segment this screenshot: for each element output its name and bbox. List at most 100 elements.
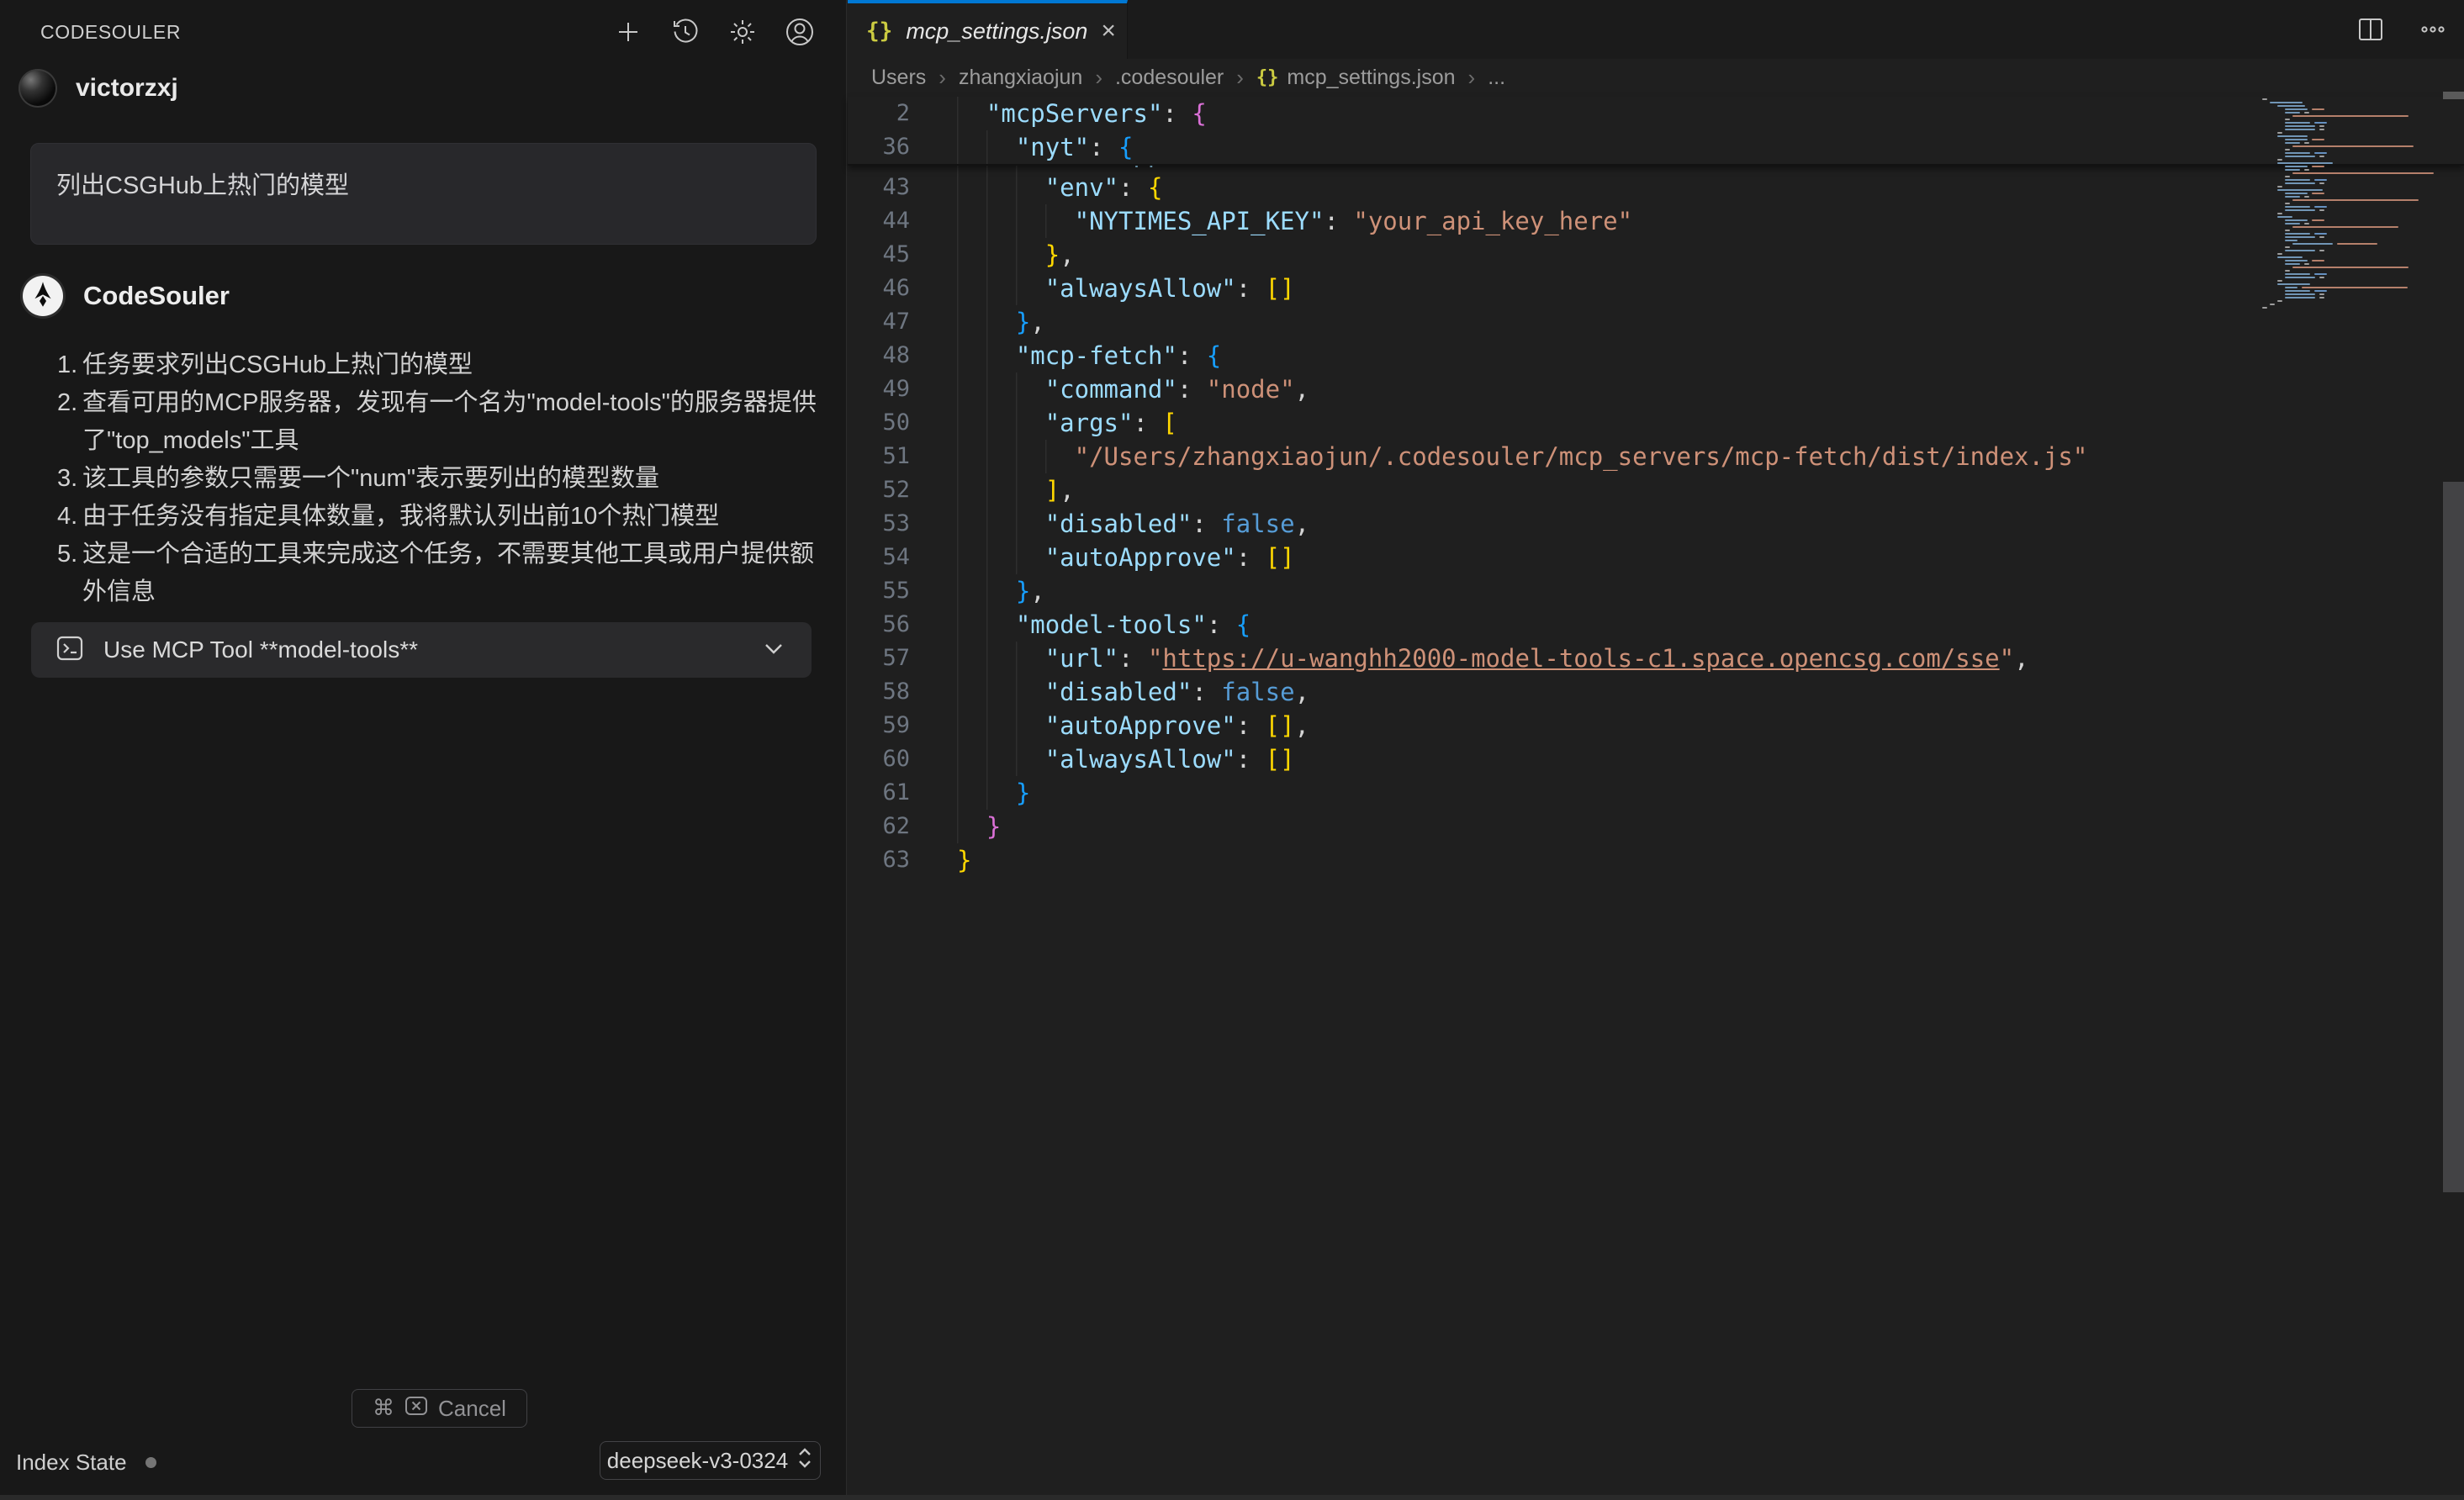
code-line[interactable]: 48"mcp-fetch": { [848, 339, 1221, 372]
chat-sidebar: CODESOULER victorzxj 列出CSGHub上热门的模型 [0, 0, 847, 1500]
chevron-right-icon: › [939, 65, 946, 91]
user-row: victorzxj [19, 69, 178, 108]
breadcrumb-item[interactable]: Users [871, 66, 926, 90]
chevron-right-icon: › [1095, 65, 1102, 91]
code-editor[interactable]: 42"autoApprove": [],43"env": {44"NYTIMES… [848, 97, 2464, 1500]
line-number: 57 [848, 642, 910, 675]
code-line[interactable]: 60"alwaysAllow": [] [848, 742, 1295, 776]
line-number: 52 [848, 473, 910, 507]
tab-filename: mcp_settings.json [906, 18, 1087, 45]
scrollbar-shadow [2443, 92, 2464, 99]
new-chat-icon[interactable] [612, 16, 644, 48]
code-line[interactable]: 56 "model-tools": { [848, 608, 1251, 642]
code-text: "disabled": false, [957, 675, 1309, 709]
tab-mcp-settings[interactable]: {} mcp_settings.json × [848, 0, 1128, 59]
account-icon[interactable] [784, 16, 816, 48]
code-text: ], [957, 473, 1075, 507]
sticky-scroll[interactable]: 2 "mcpServers": { 36 "nyt": { [848, 97, 2464, 166]
line-number: 53 [848, 507, 910, 541]
gear-icon[interactable] [727, 16, 759, 48]
code-line[interactable]: 46"alwaysAllow": [] [848, 272, 1295, 305]
code-text: "mcpServers": { [957, 97, 1207, 130]
index-state: Index State [16, 1450, 156, 1476]
breadcrumb-item[interactable]: {}mcp_settings.json [1256, 66, 1456, 90]
chevron-right-icon: › [1236, 65, 1244, 91]
line-number: 45 [848, 238, 910, 272]
line-number: 61 [848, 776, 910, 810]
code-line[interactable]: 53 "disabled": false, [848, 507, 1309, 541]
cancel-button[interactable]: ⌘ Cancel [352, 1389, 527, 1428]
code-text: } [957, 776, 1030, 810]
code-text: }, [957, 305, 1045, 339]
line-number: 47 [848, 305, 910, 339]
code-line[interactable]: 52], [848, 473, 1075, 507]
chevron-down-icon[interactable] [759, 634, 788, 667]
user-avatar [19, 69, 57, 108]
code-text: }, [957, 238, 1075, 272]
code-line[interactable]: 58 "disabled": false, [848, 675, 1309, 709]
code-text: "model-tools": { [957, 608, 1251, 642]
code-text: }, [957, 574, 1045, 608]
sidebar-header-icons [612, 16, 816, 48]
code-line[interactable]: 51"/Users/zhangxiaojun/.codesouler/mcp_s… [848, 440, 2087, 473]
line-number: 56 [848, 608, 910, 642]
code-line[interactable]: 59 "autoApprove": [], [848, 709, 1309, 742]
index-state-dot [145, 1457, 156, 1468]
sidebar-header: CODESOULER [0, 0, 846, 64]
mcp-tool-label: Use MCP Tool **model-tools** [103, 636, 741, 663]
code-line[interactable]: 49"command": "node", [848, 372, 1309, 406]
breadcrumb-item[interactable]: ... [1488, 66, 1505, 90]
code-line[interactable]: 47}, [848, 305, 1045, 339]
line-number: 58 [848, 675, 910, 709]
code-line[interactable]: 36 "nyt": { [848, 130, 2464, 164]
line-number: 59 [848, 709, 910, 742]
code-line[interactable]: 55}, [848, 574, 1045, 608]
code-line[interactable]: 63} [848, 843, 971, 877]
code-line[interactable]: 2 "mcpServers": { [848, 97, 2464, 130]
history-icon[interactable] [669, 16, 701, 48]
code-line[interactable]: 50"args": [ [848, 406, 1177, 440]
mcp-tool-expander[interactable]: Use MCP Tool **model-tools** [31, 622, 812, 678]
breadcrumb-item[interactable]: .codesouler [1115, 66, 1224, 90]
minimap[interactable] [2262, 98, 2442, 317]
assistant-step: 这是一个合适的工具来完成这个任务，不需要其他工具或用户提供额外信息 [57, 536, 824, 611]
json-file-icon: {} [1256, 67, 1279, 88]
code-text: "url": "https://u-wanghh2000-model-tools… [957, 642, 2029, 675]
user-message-text: 列出CSGHub上热门的模型 [56, 172, 349, 199]
code-text: "autoApprove": [] [957, 541, 1295, 574]
breadcrumb-item[interactable]: zhangxiaojun [959, 66, 1082, 90]
terminal-icon [55, 633, 85, 668]
code-text: "command": "node", [957, 372, 1309, 406]
code-line[interactable]: 43"env": { [848, 171, 1162, 204]
model-selector[interactable]: deepseek-v3-0324 [600, 1441, 821, 1480]
model-selector-value: deepseek-v3-0324 [607, 1448, 788, 1474]
code-text: "mcp-fetch": { [957, 339, 1221, 372]
assistant-steps-list: 任务要求列出CSGHub上热门的模型查看可用的MCP服务器，发现有一个名为"mo… [57, 346, 824, 611]
code-text: "nyt": { [957, 130, 1134, 164]
tab-close-icon[interactable]: × [1101, 18, 1116, 44]
vertical-scrollbar-thumb[interactable] [2443, 482, 2464, 1192]
line-number: 63 [848, 843, 910, 877]
code-line[interactable]: 44"NYTIMES_API_KEY": "your_api_key_here" [848, 204, 1632, 238]
line-number: 54 [848, 541, 910, 574]
code-text: } [957, 843, 971, 877]
breadcrumb: Users › zhangxiaojun › .codesouler › {}mcp_set… [848, 59, 2464, 97]
split-editor-icon[interactable] [2355, 13, 2387, 45]
assistant-name: CodeSouler [83, 281, 230, 311]
code-line[interactable]: 45}, [848, 238, 1075, 272]
assistant-step: 查看可用的MCP服务器，发现有一个名为"model-tools"的服务器提供了"… [57, 384, 824, 460]
code-line[interactable]: 62} [848, 810, 1001, 843]
line-number: 50 [848, 406, 910, 440]
code-line[interactable]: 54 "autoApprove": [] [848, 541, 1295, 574]
codesouler-logo-icon [23, 276, 63, 316]
code-line[interactable]: 61} [848, 776, 1030, 810]
code-text: "disabled": false, [957, 507, 1309, 541]
select-chevrons-icon [796, 1446, 813, 1476]
line-number: 36 [848, 130, 910, 164]
line-number: 2 [848, 97, 910, 130]
cancel-button-label: Cancel [438, 1396, 506, 1422]
line-number: 51 [848, 440, 910, 473]
code-text: "autoApprove": [], [957, 709, 1309, 742]
more-actions-icon[interactable] [2417, 13, 2449, 45]
code-line[interactable]: 57 "url": "https://u-wanghh2000-model-too… [848, 642, 2029, 675]
